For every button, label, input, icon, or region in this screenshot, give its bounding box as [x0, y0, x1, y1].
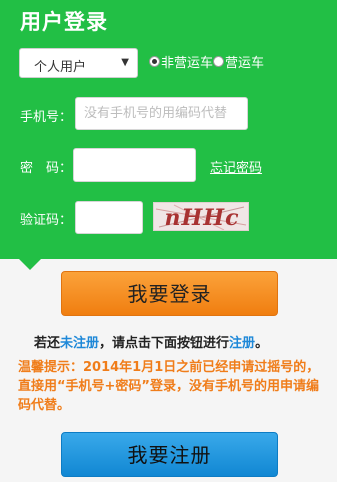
notice-text: 温馨提示：2014年1月1日之前已经申请过摇号的，直接用“手机号+密码”登录，没…	[18, 360, 320, 413]
user-type-value: 个人用户	[34, 60, 87, 75]
panel-pointer	[18, 258, 42, 270]
radio-label: 营运车	[225, 56, 265, 71]
captcha-image[interactable]: nHHc	[153, 202, 249, 231]
captcha-label: 验证码：	[20, 213, 73, 228]
vehicle-type-radio-group: 非营运车 营运车	[149, 52, 264, 71]
captcha-text: nHHc	[165, 205, 240, 231]
password-label: 密 码：	[20, 161, 73, 176]
radio-operating[interactable]: 营运车	[213, 52, 264, 71]
user-type-select[interactable]: 个人用户 ▼	[19, 48, 138, 78]
register-link[interactable]: 注册	[229, 336, 255, 351]
register-hint-middle: ，请点击下面按钮进行	[99, 336, 230, 351]
password-input[interactable]	[73, 148, 196, 182]
register-hint-suffix: 。	[255, 336, 269, 351]
captcha-input[interactable]	[75, 201, 143, 234]
forgot-password-link[interactable]: 忘记密码	[210, 157, 262, 176]
radio-label: 非营运车	[161, 56, 214, 71]
phone-label: 手机号：	[20, 110, 73, 125]
radio-button[interactable]	[213, 56, 225, 67]
unregistered-link[interactable]: 未注册	[60, 336, 99, 351]
captcha-noise: nHHc	[155, 204, 247, 231]
chevron-down-icon: ▼	[121, 57, 129, 68]
phone-input[interactable]	[75, 97, 248, 130]
register-hint-prefix: 若还	[34, 336, 61, 351]
page-title: 用户登录	[20, 10, 108, 34]
register-hint: 若还未注册，请点击下面按钮进行注册。	[34, 332, 268, 351]
login-button[interactable]: 我要登录	[61, 271, 278, 316]
radio-non-operating[interactable]: 非营运车	[149, 52, 213, 71]
register-button[interactable]: 我要注册	[61, 432, 278, 477]
radio-button[interactable]	[149, 56, 160, 67]
